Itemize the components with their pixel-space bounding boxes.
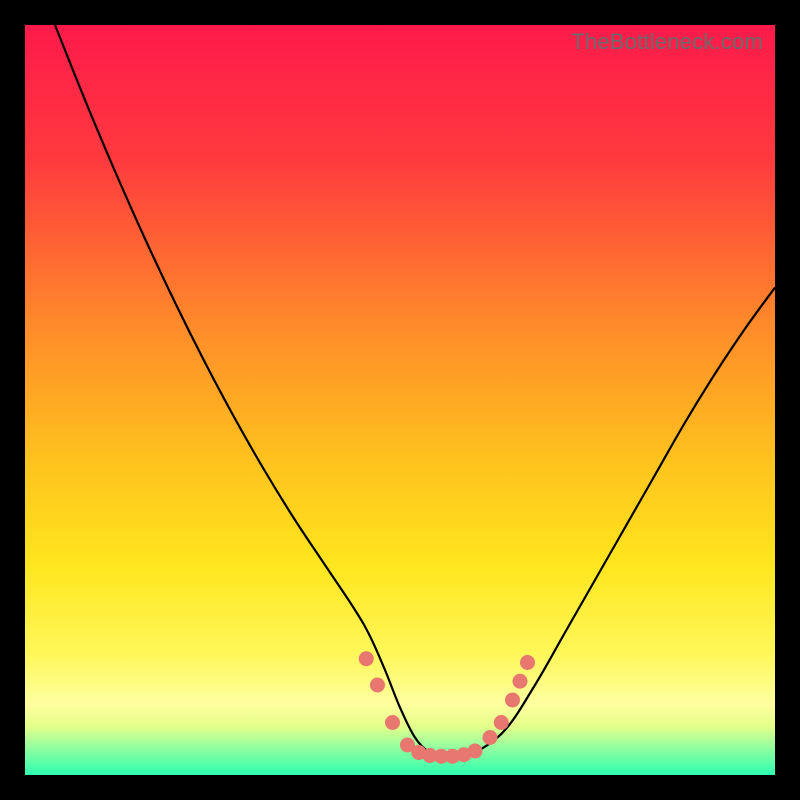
gradient-background (25, 25, 775, 775)
marker-dot (506, 693, 520, 707)
chart-svg (25, 25, 775, 775)
outer-frame: TheBottleneck.com (0, 0, 800, 800)
marker-dot (386, 716, 400, 730)
marker-dot (494, 716, 508, 730)
marker-dot (359, 652, 373, 666)
marker-dot (521, 656, 535, 670)
marker-dot (483, 731, 497, 745)
watermark-label: TheBottleneck.com (571, 29, 763, 55)
marker-dot (371, 678, 385, 692)
marker-dot (468, 744, 482, 758)
marker-dot (513, 674, 527, 688)
plot-area: TheBottleneck.com (25, 25, 775, 775)
